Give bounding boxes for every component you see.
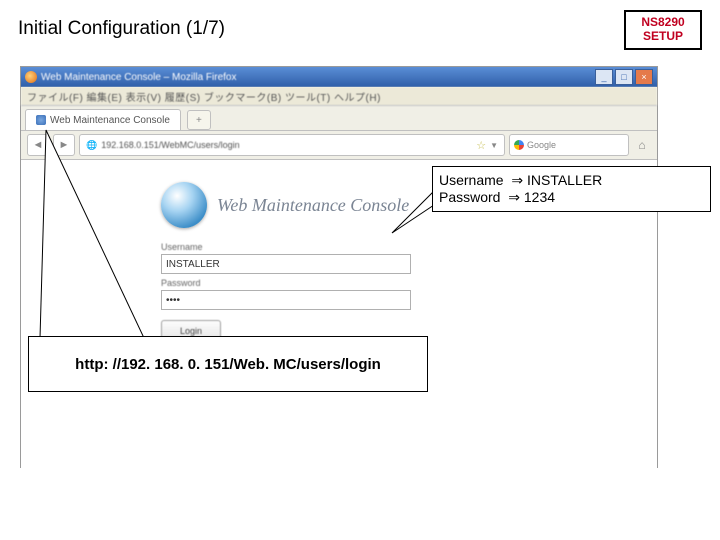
tab-favicon-icon: [36, 115, 46, 125]
username-input[interactable]: INSTALLER: [161, 254, 411, 274]
browser-tab[interactable]: Web Maintenance Console: [25, 109, 181, 130]
cred-pass-key: Password ⇒: [439, 189, 520, 205]
url-text: 192.168.0.151/WebMC/users/login: [101, 140, 472, 150]
url-callout: http: //192. 168. 0. 151/Web. MC/users/l…: [28, 336, 428, 392]
url-callout-text: http: //192. 168. 0. 151/Web. MC/users/l…: [75, 356, 381, 373]
menu-bar[interactable]: ファイル(F) 編集(E) 表示(V) 履歴(S) ブックマーク(B) ツール(…: [21, 87, 657, 106]
badge-line2: SETUP: [643, 30, 683, 44]
tab-strip: Web Maintenance Console +: [21, 106, 657, 131]
search-box[interactable]: Google: [509, 134, 629, 156]
username-label: Username: [161, 242, 521, 252]
url-dropdown-icon[interactable]: ▼: [490, 141, 498, 150]
url-pointer: [40, 130, 150, 340]
cred-user-val: INSTALLER: [523, 172, 602, 188]
password-label: Password: [161, 278, 521, 288]
slide: Initial Configuration (1/7) NS8290 SETUP…: [0, 0, 720, 540]
bookmark-star-icon[interactable]: ☆: [476, 139, 486, 152]
search-placeholder: Google: [527, 140, 556, 150]
credentials-callout: Username ⇒ INSTALLER Password ⇒ 1234: [432, 166, 711, 212]
close-button[interactable]: ×: [635, 69, 653, 85]
slide-title: Initial Configuration (1/7): [18, 18, 225, 40]
window-titlebar: Web Maintenance Console – Mozilla Firefo…: [21, 67, 657, 87]
minimize-button[interactable]: _: [595, 69, 613, 85]
cred-user-key: Username ⇒: [439, 172, 523, 188]
tab-label: Web Maintenance Console: [50, 115, 170, 126]
username-value: INSTALLER: [166, 259, 220, 270]
setup-badge: NS8290 SETUP: [624, 10, 702, 50]
window-title: Web Maintenance Console – Mozilla Firefo…: [41, 72, 593, 83]
password-input[interactable]: ••••: [161, 290, 411, 310]
password-value: ••••: [166, 295, 180, 306]
maximize-button[interactable]: □: [615, 69, 633, 85]
badge-line1: NS8290: [641, 16, 684, 30]
cred-pass-val: 1234: [520, 189, 555, 205]
new-tab-button[interactable]: +: [187, 110, 211, 130]
brand-title: Web Maintenance Console: [217, 195, 409, 216]
globe-icon: [161, 182, 207, 228]
firefox-icon: [25, 71, 37, 83]
home-button[interactable]: ⌂: [633, 136, 651, 154]
google-icon: [514, 140, 524, 150]
